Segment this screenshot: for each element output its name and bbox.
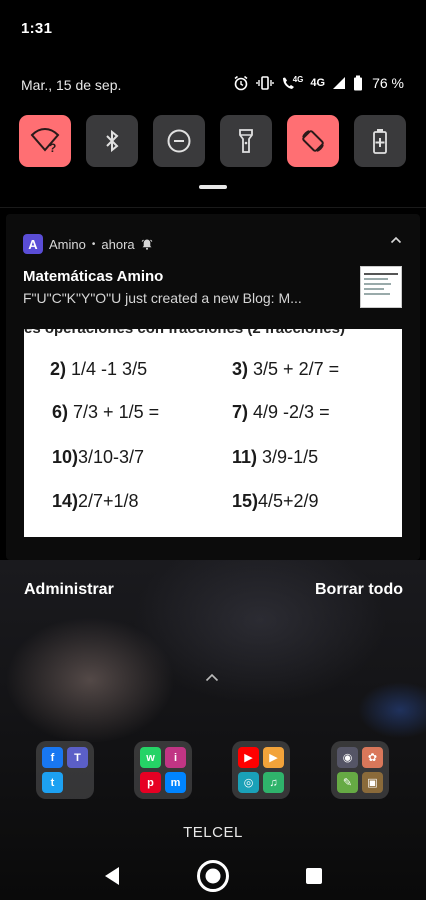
recents-button[interactable] xyxy=(294,856,334,896)
signal-icon xyxy=(332,76,346,90)
notification-header: A Amino • ahora xyxy=(23,234,153,254)
call-network-label: 4G xyxy=(292,74,304,84)
game-app-icon: ♫ xyxy=(263,772,284,793)
status-icons: 4G 4G 76 % xyxy=(233,75,404,91)
problem-item: 14)2/7+1/8 xyxy=(52,491,139,511)
teams-icon: T xyxy=(67,747,88,768)
problem-item: 7) 4/9 -2/3 = xyxy=(232,402,330,422)
empty-slot xyxy=(67,772,88,793)
blog-preview-image: es operaciones con fracciones (2 fraccio… xyxy=(24,329,402,537)
problem-item: 3) 3/5 + 2/7 = xyxy=(232,359,340,379)
network-type-label: 4G xyxy=(310,77,326,89)
quick-tiles: ? xyxy=(19,115,406,167)
problem-item: 15)4/5+2/9 xyxy=(232,491,319,511)
photo-app-icon: ✿ xyxy=(362,747,383,768)
back-button[interactable] xyxy=(92,856,132,896)
wifi-question-icon: ? xyxy=(30,128,60,154)
clear-all-button[interactable]: Borrar todo xyxy=(315,581,403,599)
flashlight-icon xyxy=(239,129,253,153)
back-triangle-icon xyxy=(105,867,119,885)
do-not-disturb-icon xyxy=(167,129,191,153)
svg-text:?: ? xyxy=(49,141,56,154)
instagram-icon: i xyxy=(165,747,186,768)
vibrate-icon xyxy=(256,75,274,91)
facebook-icon: f xyxy=(42,747,63,768)
bluetooth-icon xyxy=(106,129,119,153)
tools-folder[interactable]: ◉ ✿ ✎ ▣ xyxy=(331,741,389,799)
battery-saver-icon xyxy=(373,129,387,154)
problem-item: 2) 1/4 -1 3/5 xyxy=(50,359,148,379)
wifi-tile[interactable]: ? xyxy=(19,115,71,167)
app-drawer-chevron-icon[interactable] xyxy=(205,673,219,682)
notification-time: ahora xyxy=(101,236,135,252)
app-name: Amino xyxy=(49,236,86,252)
panel-drag-handle[interactable] xyxy=(199,185,227,189)
bluetooth-tile[interactable] xyxy=(86,115,138,167)
dnd-tile[interactable] xyxy=(153,115,205,167)
auto-rotate-tile[interactable] xyxy=(287,115,339,167)
problem-item: 6) 7/3 + 1/5 = xyxy=(52,402,160,422)
amino-app-icon: A xyxy=(23,234,43,254)
collapse-chevron-icon[interactable] xyxy=(390,236,402,244)
header-separator: • xyxy=(91,238,96,250)
amino-notification[interactable]: A Amino • ahora Matemáticas Amino F"U"C"… xyxy=(6,214,420,560)
music-app-icon: ◎ xyxy=(238,772,259,793)
status-time: 1:31 xyxy=(21,20,53,37)
media-folder[interactable]: ▶ ▶ ◎ ♫ xyxy=(232,741,290,799)
notification-thumbnail xyxy=(360,266,402,308)
alarm-icon xyxy=(233,75,249,91)
home-button[interactable] xyxy=(193,856,233,896)
auto-rotate-icon xyxy=(302,130,324,152)
problem-item: 11) 3/9-1/5 xyxy=(232,447,319,467)
volte-call-icon: 4G xyxy=(281,74,304,91)
battery-icon xyxy=(353,75,363,91)
image-header-text: es operaciones con fracciones (2 fraccio… xyxy=(24,329,402,337)
youtube-icon: ▶ xyxy=(238,747,259,768)
quick-settings-panel: Mar., 15 de sep. 4G 4G 76 % ? xyxy=(0,60,426,208)
problem-item: 10)3/10-3/7 xyxy=(52,447,145,467)
flashlight-tile[interactable] xyxy=(220,115,272,167)
pinterest-icon: p xyxy=(140,772,161,793)
twitter-icon: t xyxy=(42,772,63,793)
editor-app-icon: ✎ xyxy=(337,772,358,793)
social-folder[interactable]: f T t xyxy=(36,741,94,799)
messenger-icon: m xyxy=(165,772,186,793)
whatsapp-icon: w xyxy=(140,747,161,768)
utility-app-icon: ▣ xyxy=(362,772,383,793)
date-label[interactable]: Mar., 15 de sep. xyxy=(21,77,121,93)
notification-text: F"U"C"K"Y"O"U just created a new Blog: M… xyxy=(23,290,302,306)
navigation-bar xyxy=(0,848,426,896)
recents-square-icon xyxy=(306,868,322,884)
manage-notifications-button[interactable]: Administrar xyxy=(24,581,114,599)
battery-percentage: 76 % xyxy=(372,75,404,91)
alerting-bell-icon xyxy=(141,239,152,250)
notification-title: Matemáticas Amino xyxy=(23,268,164,285)
battery-saver-tile[interactable] xyxy=(354,115,406,167)
home-circle-icon xyxy=(197,860,229,892)
camera-app-icon: ◉ xyxy=(337,747,358,768)
carrier-label: TELCEL xyxy=(183,824,243,841)
video-player-icon: ▶ xyxy=(263,747,284,768)
messaging-folder[interactable]: w i p m xyxy=(134,741,192,799)
